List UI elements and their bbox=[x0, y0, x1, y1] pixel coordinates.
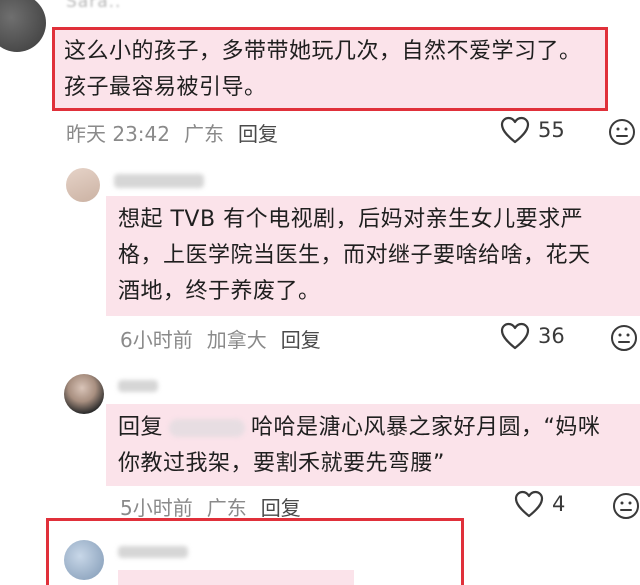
comment-meta: 昨天 23:42 广东 回复 bbox=[66, 118, 278, 147]
heart-outline-icon bbox=[500, 116, 530, 144]
avatar[interactable] bbox=[66, 168, 100, 202]
timestamp: 昨天 23:42 bbox=[66, 122, 170, 146]
comment-line: 酒地，终于养废了。 bbox=[118, 279, 321, 304]
comment-line-rest: 哈哈是溏心风暴之家好月圆，“妈咪 bbox=[251, 415, 601, 440]
heart-outline-icon bbox=[514, 490, 544, 518]
like-count: 55 bbox=[538, 118, 565, 142]
avatar[interactable] bbox=[64, 540, 104, 580]
reply-button[interactable]: 回复 bbox=[238, 118, 278, 147]
location: 广东 bbox=[184, 122, 224, 146]
neutral-face-icon[interactable] bbox=[612, 492, 640, 520]
mentioned-username[interactable] bbox=[169, 419, 246, 437]
comment-line: 想起 TVB 有个电视剧，后妈对亲生女儿要求严 bbox=[118, 207, 584, 232]
username[interactable] bbox=[114, 174, 204, 188]
reply-button[interactable]: 回复 bbox=[281, 324, 321, 353]
like-button[interactable]: 36 bbox=[500, 322, 565, 350]
like-count: 36 bbox=[538, 324, 565, 348]
timestamp: 6小时前 bbox=[120, 328, 193, 352]
reply-button[interactable]: 回复 bbox=[261, 492, 301, 521]
username[interactable]: Sara.. bbox=[66, 0, 121, 12]
comment-line: 回复 哈哈是溏心风暴之家好月圆，“妈咪 bbox=[118, 410, 638, 446]
comment-line: 格，上医学院当医生，而对继子要啥给啥，花天 bbox=[118, 243, 591, 268]
comment-meta: 6小时前 加拿大 回复 bbox=[120, 324, 321, 353]
comment-text: 想起 TVB 有个电视剧，后妈对亲生女儿要求严 格，上医学院当医生，而对继子要啥… bbox=[118, 202, 638, 310]
avatar[interactable] bbox=[0, 0, 46, 52]
timestamp: 5小时前 bbox=[120, 496, 193, 520]
location: 广东 bbox=[206, 496, 247, 520]
location: 加拿大 bbox=[206, 328, 267, 352]
comment-text: 回复 哈哈是溏心风暴之家好月圆，“妈咪 你教过我架，要割禾就要先弯腰” bbox=[118, 410, 638, 482]
like-button[interactable]: 4 bbox=[514, 490, 565, 518]
like-count: 4 bbox=[552, 492, 566, 516]
avatar[interactable] bbox=[64, 374, 104, 414]
heart-outline-icon bbox=[500, 322, 530, 350]
comment-line: 你教过我架，要割禾就要先弯腰” bbox=[118, 451, 445, 476]
username[interactable] bbox=[118, 546, 188, 558]
neutral-face-icon[interactable] bbox=[610, 324, 638, 352]
neutral-face-icon[interactable] bbox=[608, 118, 636, 146]
highlight-frame bbox=[52, 27, 608, 111]
like-button[interactable]: 55 bbox=[500, 116, 565, 144]
comment-thread: Sara.. 这么小的孩子，多带带她玩几次，自然不爱学习了。 孩子最容易被引导。… bbox=[0, 0, 640, 585]
username[interactable] bbox=[118, 380, 158, 392]
reply-prefix: 回复 bbox=[118, 415, 164, 440]
comment-highlight bbox=[118, 570, 354, 585]
comment-meta: 5小时前 广东 回复 bbox=[120, 492, 301, 521]
